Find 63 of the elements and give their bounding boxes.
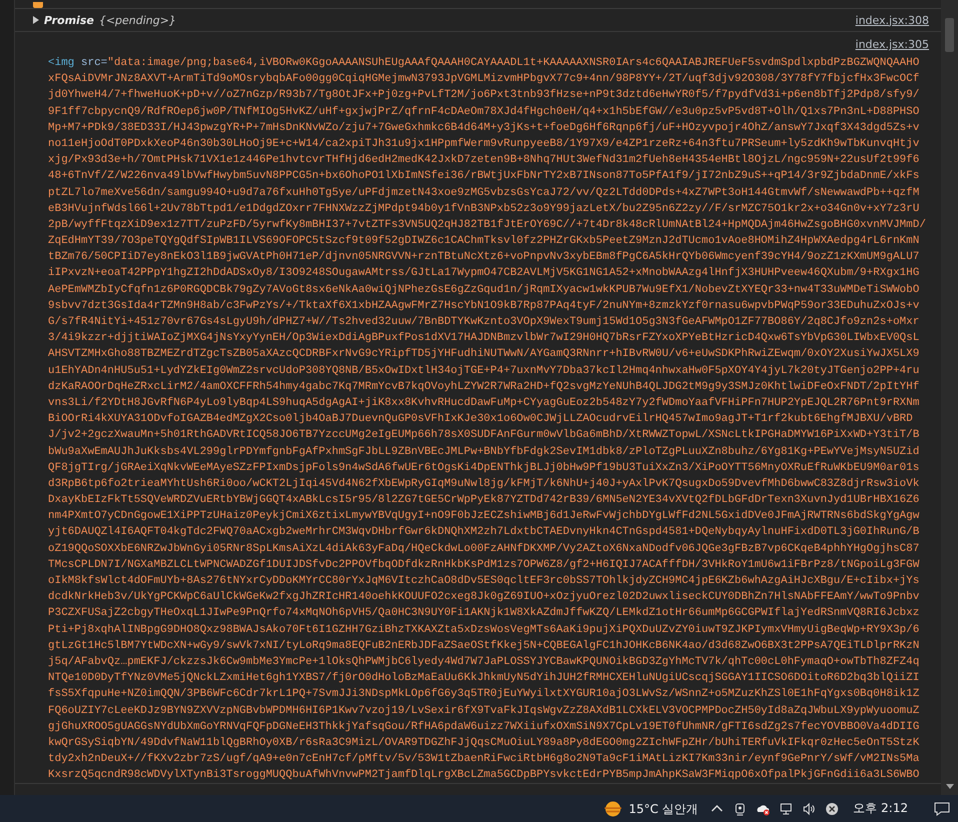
- attribute-value-line: u1EhYADn4nHU5u51+LydYZkEIg0WmZ2srvcUdoP308YQ8NB/B5xOwIDxtlH34ojTGE+P4+7uxnMvY7Dba37kcIl2Hmq4nhwxaHw0F5pXOY4Y4jyL7k20tyJTGenjo2PP+4ru: [48, 364, 920, 377]
- attribute-value-line: iIPxvzN+eoaT42PPpY1hgZI2hDdADSxOy8/I3O9248SOugawAMtrss/GJtLa17WypmO47CB2AVLMjV5KG1NG1A52+xMnobWAAzg4lHnfjX3HUHPveew46QXubm/9+RXgx1HG: [48, 267, 920, 280]
- attribute-value-line: xFQsAiDVMrJNz8AXVT+ArmTiTd9oMOsrybqbAFo00gg0CqiqHGMejmwN3793JpVGMLMizvmHPbgvX77c9+4nn/98P8YY+/2T/uqf3djv92O308/3Y78fY7fbjcfHx3FwcOCf: [48, 73, 920, 86]
- attribute-value-line: tdy2xh2nDeuX+//fKXv2zbr7zS/ugf/qA9+e0n7cEnH7cf/pMftv/5v/53W1tZbaenRiFwciRtbH6g8o2N9Ta9cF1iMAtLizKI7Km33nir/eynf9GePnrY/sWf/vM2INs5Ma: [48, 753, 920, 766]
- attribute-value-line: 9F1ff7cbpycnQ9/RdfROep6jw0P/TNfMIOg5HvKZ/uHf+gxjwjPrZ/qfrnF4cDAeOm78XJd4fHgch0eH/q4+x1h5bEfGW//e3u0pz5vP5vd8T+Olh/Q1xs7Pn3nL+D88PHSO: [48, 106, 920, 118]
- scrollbar-thumb[interactable]: [945, 18, 954, 52]
- object-label: Promise: [44, 14, 94, 26]
- attribute-value-line: bWu9aXwEmAUJhJuKksbs4VL299glrPDYmfgnbFgAfPxhmSgFJbLL9ZBnVBEcJMLPw+BNbYfbFdgk2SevIM1dbk8/zPloTZgPLuuXZn8buhz/6Yg81Kg+PEwYVejMsyN5UZid: [48, 446, 920, 458]
- attribute-value-line: Pti+Pj8xqhAlINBpgG9DHO8Qxz98BWAJsAko70Ft6I1GZHH7GziBhzTXKAXZta5xDzsWosVegMTs6AaKi9pujXiPQXDuUZvZY0iuwT9ZJKPIymxVHmyUigBeqWp+RY9X3p/6: [48, 624, 920, 636]
- attribute-value-line: gtLzGt1Hc5lBM7YtWDcXN+wGy9/swVk7xNI/tyLoRq9ma8EQFuB2nERbJDFaZSaeOStfKkej5N+CQBEGAlgFC1hJOHKcB6NK4ao/d3d68ZwO6BX3t2PPsA7QEiTLDlprRKzN: [48, 640, 920, 652]
- speech-bubble-icon[interactable]: [934, 801, 950, 817]
- close-circle-icon[interactable]: [825, 802, 840, 816]
- attribute-value-line: nm4PXmtO7yCDnGgowE1XiPPTzUHaiz0PeykjCmiX6ztixLmywYBVqUgyI+nO9F0bJzECZshiwMBj6d1JeRwFvWjchbDYgLWfFd2NL5GxidDVe0JFmAjRWTRNs6bdSkgYgAgw: [48, 510, 920, 522]
- attribute-value-line: 3/4i9kzzr+djjtiWAIoZjMXG4jNsYxyYynEH/Op3WiexDdiAgBPuxfPos1dXV17HAJDNBmzvlbWr7wI29H0HQ7bRsrFZYxoXPYeBtHzricD4Qxw6TsYbVpG30LIWbxEV0QsL: [48, 332, 920, 344]
- attribute-value-line: J/jv2+2gczXwauMn+5h01RthGADVRtICQ58JO6TB7YzccUMg2eIgEUMp66h78sX0SUDFAnFGurm0wVlbGa6mBhD/XtRWWZTopwL/XSNcLtkIPGHaDMYW16PiXxWD+Y3tiT/B: [48, 429, 920, 442]
- source-link[interactable]: index.jsx:305: [855, 38, 929, 55]
- attribute-value-line: gjGhuXROO5gUAGGsNYdUbXmGoYRNVqFQFpDGNeEH3ThkkjYafsqGou/RfHA6pdaW6uizz7WXiiufxOXmSiN9X7CpLv19ET0fUhmNR/gFTI6sdZg2s7fecYOVBBO0Va4dDIIG: [48, 720, 920, 733]
- attribute-value-line: ZqEdHmYT39/7O3peTQYgQdfSIpWB1ILVS69OFOPC5tSzcf9t09f52gDIWZ6c1CAChmTksvl0fz2PHZrGKxb5PeetZ9MznJ2dTUcmo1vAoe8HOMihZ4HpWXAedpg4rL6rnKmN: [48, 235, 920, 248]
- weather-text[interactable]: 15°C 실안개: [628, 800, 698, 818]
- attribute-value-line: TMcsCPLDN7I/NGXaMBZLCLtWPNCWADZGf1DUIJDSfvDc2PPOVfbqODfdkzRnHkbKsPdM1zs7OPW6Z8/gf2+H6IQIJ7ACAfffDH/3VHkRoY1mU6w1iFBrPz8/tNGpoiLg3FGW: [48, 558, 920, 571]
- attribute-value-line: yjt6DAUQZl4I6AQFT04kgTdc2FWQ70aACxgb2weMrhrCM3WqvDHbrfGwr6kDNQhXM2zh7LdxtbCTAEDvnyHkn4CTnGspd4581+DQeNybqyAylnuHFixdD0TL3jG0IhRunG/B: [48, 526, 920, 538]
- attribute-value-line: "data:image/png;base64,iVBORw0KGgoAAAANSUhEUgAAAfQAAAH0CAYAAADL1t+KAAAAAXNSR0IArs4c6QAAIABJREFUeF5svdmSpdlxpbdPzBGZWQNQAAHO: [107, 57, 920, 69]
- attribute-value-line: dcdkNrkHeb3v/UkYgPCKWpC6aUlCkWGeKw2fxgJhZRIcHR140oehkKOUUFO2cxeg8Jk0gZ69IUO+xOzjyuOrezl02D2uwxliseckCUY0DBhZn7HlsNAbFFEAmY/wwTo9Pnbv: [48, 591, 920, 604]
- attribute-value-line: Mp+M7+PDk9/38ED33I/HJ43pwzgYR+P+7mHsDnKNvWZo/zju7+7GweGxhmkc6B4d64M+y3jKs+t+foeDg6Hf6Rqnp6fj/uF+HOzyvpojr4OhZ/answY7Jxqf3X43dgd5Zs+v: [48, 122, 920, 134]
- attribute-value-line: dzKaRAOOrDqHeZRxcLirM2/4amOXCFFRh54hmy4gabc7Kq7MRmYcvB7kqOVoyhLZYW2R7WRa2HD+fQ2svgMzYeNUhB4QLJDG2tM9g9y3SMJz0KhtlwiDFeOxFNDT/2pItYHf: [48, 380, 920, 393]
- attribute-value-line: NTQe10D0DyTfYNz0VMe5jQNckLZxmiHet6gh1YXBS7/fj0rO0dHoloBzMaEaUu6KkJhkmUyN5dYihJUH2fRMHCXEHluNUgiUCscqjSGGAY1IICSO6DOitoR6D2bq3blQiiZI: [48, 672, 920, 684]
- attribute-value-line: d3RpB6tp6fo2trieaMYhtUsh6Ri0oo/wCKT2LjIqi45Vd4N62fXbEWpRyGIqM9uNwl8jg/kFMjT/k6NhU+j40J+yAxlPvK7QsugxDo59DvevfMhD6bwwC83Z8djrRsw3ioVk: [48, 478, 920, 490]
- attribute-value-line: QF8jgTIrg/jGRAeiXqNkvWEeMAyeSZzFPIxmDsjpFols9n4wSdA6fwUEr6tOgsKi4DpENThkjBLJj0bHw9Pf19bU3TuiXxZn3/XiPoOYTT56MnyOXRuEfRuWKbEU9M0ar01s: [48, 462, 920, 474]
- camera-icon[interactable]: [733, 802, 748, 816]
- attribute-value-line: no11eHjoOdT0PDxkXeoP46n30b30LHoOj9E+c+W14/ca2xpiTJh31u9jx1HPpmfWerm9vRunpyeeB8/1Y97X9/e4ZP1rzeRz+64n3ftu7PRSeum+ly5zdKh9wTbKunvqHtjv: [48, 138, 920, 150]
- network-icon[interactable]: [779, 802, 794, 816]
- object-value: {<pending>}: [98, 14, 176, 26]
- attribute-value-line: eB3HVujnfWdsl66l+2Uv78bTtpd1/e1DdgdZOxrr7FHNXWzzZjMPdpt94b0y1fVnB3NPxb52z3o9Y99jazLetX/bu2Z95n6Z2zy//F/srMZC75O1kr2x+o34Gn0v+xY7z3rU: [48, 202, 920, 215]
- expand-triangle-icon[interactable]: [33, 16, 39, 24]
- source-link[interactable]: index.jsx:308: [855, 14, 929, 26]
- html-tag: <img: [48, 57, 74, 69]
- attribute-value-line: AHSVTZMHxGho88TBZMEZrdTZgcTsZB05aXAzcQCDRBFxrNvG9cYRipfTD5jYHFudhiNUTWwN/AYGamQ3RNnrr+hIBvRW0U/v6+eUwSDKPhRwiZEwqm/0xOY2XusiYwJX5LX9: [48, 348, 920, 360]
- attribute-value-line: ptZL7lo7meXve56dn/samgu994O+u9d7a76fxuHh0Tg5ye/uPFdjmzetN43xoe9zMG5vbzsGsYcaJ72/vv/Qz2LTdd0DPds+4xZ7WPt3oH144GtmvWf/sNewwawdPb++qzfM: [48, 186, 920, 198]
- attribute-value-line: oIkM8kfsWlct4dOFmUYb+8As276tNYxrCyDDoKMYrCC80rYxJqM6VItczhCaO8dDv5ES0qcltEF3rc0bSS7TOhlkjdyZCH9MC4jpE6KZb6whAzgAiHJcXBgu/E+cIibx+jYs: [48, 575, 920, 587]
- attribute-value-line: P3CZXFUSajZ2cbgyTHeOxqL1JIwPe9PnQrfo74xMqNOh6pVH5/Qa0HC3N9UY0Fi1AKNjk1W8XkAZdmJffwKZQ/LEMkdZ1otHr66umMp6GCGPWIflajYedRSnmVQ8RI6Jcbxz: [48, 607, 920, 620]
- attribute-value-line: AePEmWMZbIyCfqfn1z6P0RGQDCBk79gZy7AVoGt8sx6eNkAa0wiQjNPhezGsE6gZzGqud1n/jRqmIXyacw1wkKPUB7Wu9EfX1/NobevZtXYEQr33+nw4T33uWMDeTiSWWobO: [48, 284, 920, 296]
- clock-time[interactable]: 오후 2:12: [853, 799, 908, 817]
- attribute-value-line: oZ19QQoSOXXbE6NRZwJbWnGyi05RNr8SpLKmsAiXzL4diAk63yFaDq/HQeCkdwLo00FzAHNfDKXMP/Vy2AZtoX6NxaNDodfv06JQGe3gFBzB7vp6CKqeB4phhYHgOgjhsC87: [48, 542, 920, 555]
- attribute-value-line: xjg/Px93d3e+h/7OmtPHsk71VX1e1z446Pe1hvtcvrTHfHjd6edH2medK42JxkD7zeten9B+8Nhq7HUt3WefNd31m2fUeh8eH4354eHBtl8OjzL/ngc959N+22usUf2t99f6: [48, 154, 920, 166]
- attribute-name: src=: [81, 57, 108, 69]
- attribute-value-line: 48+6TnVf/Z/W226nva49lbVwfHwybm5uvN8PPCG5n+bx6OhoPO1lXbImNSfei36/rBWtjUxFbNrTY2xB7INson87To5PfA1f9/jI72nbZ9uS++qP14/3r9ZjbdaDnmE/xkFs: [48, 170, 920, 182]
- attribute-value-line: jd0YhweH4/7+fhweHuoK+pD+v//oZ7nGzp/R93b7/Tg8OtJFx+Pj0zg+PvLfT2M/jo6Pxt3tnb93fHzse+nP9t3dztd6eHwYR0f5/f7pydfVd3i+p6en8bTfj2Pdp8/sfy9/: [48, 89, 920, 102]
- checkbox[interactable]: [33, 2, 43, 8]
- attribute-value-line: G/s7fR4NitYi+451z70vr67Gs4sLgyU9h/dPHZ7+W//Ts2hved32uuw/7BnBDTYKwKznto3VOpX9WexT9umj15Wd1O5g3N3fGeAFWMpO1ZF77BO86Y/2q8CJfo9zn2s+oMxr: [48, 316, 920, 328]
- attribute-value-line: FQ6oUZIY7cLeeKDJz9BYN9ZXVVzpNGBvbWPDMH6HI6P1Kwv7vzoj19/LvSexir6fX9TvaFkJIqsWgvZzZ8AXdB1LCXkELV3VOCPMPDocZH50yId8aZqJWbuLX9ypWyuoomuZ: [48, 704, 920, 716]
- attribute-value-line: fsS5XfqpuHe+NZ0imQQN/3PB6WFc6Cdr7krL1PQ+7SvmJJi3NDspMkLOp6fG6y3q5TR0jEuYWyilxtXYGUR10ajO3LWvSz/WSnnZ+o5MZuzKhZSl0E1hFqYgxs0Bq0H8ik1Z: [48, 688, 920, 700]
- attribute-value-line: vns3Li/f2YDtH8JGvRfN6P4yLo9lyBqp4LS9huqA5dgAgAI+jiK8xx8KvhvRHucdDawFuMp+CYyagGuEoz2b548zY7y2fWDmoYaafVFHiPFn7HUP2YpEJQL2R76Pnt9rRXNm: [48, 396, 920, 409]
- attribute-value-line: DxayKbEIzFkTt5SQVeWRDZVuERtbYBWjGGQT4xABkLcsI5r95/8l2ZG7tGE5CrWpPyEk87YZTDd742rB39/6MN5eN2YE34vXVtQ2fDLbGFdDrTexn3XuvnJyd1UBrHBX16Z6: [48, 494, 920, 506]
- attribute-value-line: j5q/AFabvQz…pmEKFJ/ckzzsJk6Cw9mbMe3YmcPe+1lOksQhPWMjbC6lyedy4Wd7W7JaPLOSSYJYCBawKPQUNOikBGD3ZgYhMcTV7k/qhTc00cL0hFymaqO+owTbTh8ZFZ4q: [48, 656, 920, 668]
- attribute-value-line: KxsrzQ5qcndR98cWDVylXTynBi3TsroggMUQQbuAfWhVnvwPM2TjamfDlqLrgXBcLZma5GCDpBPYsvkctEdrPYB5mpJmAhpKSaW3FMiqpO6xOfpalPkjGFnGdii6a3LS6WBO: [48, 769, 920, 782]
- speaker-icon[interactable]: [802, 802, 816, 816]
- attribute-value-line: 9sbvv7dzt3GsIda4rTZMn9H8ab/c3FwPzYs/+/TktaXf6X1xbHZAAgwFMrZ7HscYbN1O9kB7Rp87PAq4tyF/2nuNYm+8zmzkYzf0rnasu6wpvbPWqP59or33EDuhuZxOJs+v: [48, 300, 920, 312]
- attribute-value-line: 2pB/wyffFtqzXiD9ex1z7TT/zuPzFD/5yrwfKy8mBHI37+7vtZTFs3VN5UQ2qHJ82TB1fJtErOY69C//+7t4Dr8k48cRlUmNAtBl24+HpMQDAjm46HwZsgoBHG0xvnMVJMmD/: [48, 218, 926, 231]
- scroll-down-arrow-icon[interactable]: [946, 784, 954, 789]
- attribute-value-line: kwQrGSySiqbYN/49DdvfNaW11blQgBRhOy0XB/r6sRa3C9MizL/OVAR9TDGZhFJjQqsCMuOiuLY89a8Py8dEGO0mg2ZIchWFpZHr/bUhiTERfuVkIFkqr0zHec5eOnT5StzK: [48, 736, 920, 749]
- sun-haze-icon[interactable]: [602, 799, 623, 819]
- attribute-value-line: tBZm76/50CPIiD7ey8nEkO3l1B9jwGVAtPh0H71eP/djnvn05NRGVVN+rznTBtuNcXtz6+voPnpvNv3xybEBm8fPgC6A5kHrQYb06Wmcyenf39cYH4/9ozZ1zKXmUM9gALU7: [48, 251, 920, 264]
- attribute-value-line: BiOOrRi4kXUYA31ODvfoIGAZB4edMZgX2Cso0ljb4OaBJ7DuevnQuGP0sVFhIxKJe30x1o6Ow0CJWjLLZAOcudrvEilrHQ457wImo9agJT+T1rf2kubt6EhgfMJBXU/vBRD: [48, 413, 913, 426]
